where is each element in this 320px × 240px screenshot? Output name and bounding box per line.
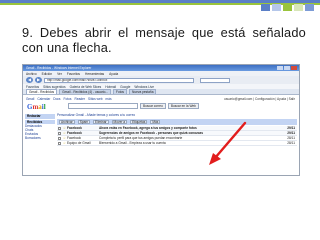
browser-screenshot: Gmail - Recibidos - Windows Internet Exp… (22, 64, 300, 176)
decorative-square (272, 4, 281, 11)
decorative-square (305, 4, 314, 11)
decorative-square (261, 4, 270, 11)
slide-decoration (0, 0, 320, 14)
slide-title: 9. Debes abrir el mensaje que está señal… (22, 25, 306, 55)
decorative-square (283, 4, 292, 11)
decorative-square (294, 4, 303, 11)
pointer-arrow-icon (209, 121, 247, 165)
